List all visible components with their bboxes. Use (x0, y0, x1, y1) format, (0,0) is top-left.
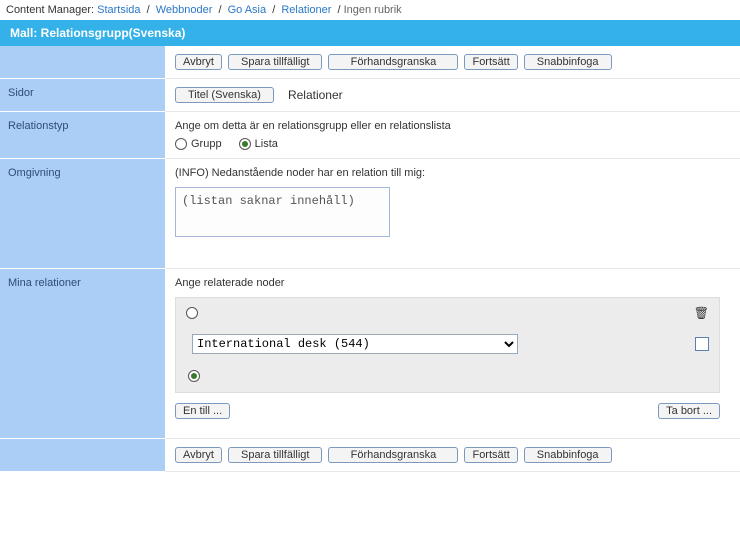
breadcrumb-sep: / (269, 4, 278, 16)
preview-button[interactable]: Förhandsgranska (328, 447, 458, 463)
relations-box: 🗑 International desk (544) (175, 297, 720, 393)
reltype-group-label: Grupp (191, 138, 222, 150)
environment-section: (INFO) Nedanstående noder har en relatio… (165, 159, 740, 269)
reltype-option-list[interactable]: Lista (239, 138, 278, 150)
label-environment: Omgivning (0, 159, 165, 269)
reltype-list-label: Lista (255, 138, 278, 150)
reltype-section: Ange om detta är en relationsgrupp eller… (165, 112, 740, 159)
relation-row-radio-1[interactable] (188, 370, 200, 382)
environment-info: (INFO) Nedanstående noder har en relatio… (175, 167, 730, 179)
breadcrumb-link-3[interactable]: Relationer (281, 4, 331, 16)
quick-insert-button[interactable]: Snabbinfoga (524, 447, 612, 463)
label-pages: Sidor (0, 79, 165, 112)
remove-button[interactable]: Ta bort ... (658, 403, 720, 419)
continue-button[interactable]: Fortsätt (464, 54, 517, 70)
page-title: Mall: Relationsgrupp(Svenska) (0, 20, 740, 46)
breadcrumb: Content Manager: Startsida / Webbnoder /… (0, 0, 740, 20)
breadcrumb-current: Ingen rubrik (344, 4, 402, 16)
breadcrumb-sep: / (144, 4, 153, 16)
relation-row-radio-0[interactable] (186, 307, 198, 319)
pages-tabs: Titel (Svenska) Relationer (165, 79, 740, 112)
one-more-button[interactable]: En till ... (175, 403, 230, 419)
reltype-prompt: Ange om detta är en relationsgrupp eller… (175, 120, 730, 132)
environment-listbox: (listan saknar innehåll) (175, 187, 390, 237)
breadcrumb-appname: Content Manager: (6, 4, 94, 16)
radio-icon (175, 138, 187, 150)
button-row-bottom: Avbryt Spara tillfälligt Förhandsgranska… (165, 439, 740, 472)
label-reltype: Relationstyp (0, 112, 165, 159)
breadcrumb-sep: / (335, 4, 344, 16)
label-my-relations: Mina relationer (0, 269, 165, 439)
leftcol-blank-bottom (0, 439, 165, 472)
button-row-top: Avbryt Spara tillfälligt Förhandsgranska… (165, 46, 740, 79)
my-relations-section: Ange relaterade noder 🗑 International de… (165, 269, 740, 439)
cancel-button[interactable]: Avbryt (175, 447, 222, 463)
breadcrumb-sep: / (215, 4, 224, 16)
reltype-option-group[interactable]: Grupp (175, 138, 225, 150)
my-relations-prompt: Ange relaterade noder (175, 277, 730, 289)
breadcrumb-link-1[interactable]: Webbnoder (156, 4, 213, 16)
tab-relations: Relationer (288, 88, 343, 102)
cancel-button[interactable]: Avbryt (175, 54, 222, 70)
trash-icon[interactable]: 🗑 (694, 306, 709, 320)
breadcrumb-link-2[interactable]: Go Asia (228, 4, 267, 16)
save-temp-button[interactable]: Spara tillfälligt (228, 54, 322, 70)
continue-button[interactable]: Fortsätt (464, 447, 517, 463)
save-temp-button[interactable]: Spara tillfälligt (228, 447, 322, 463)
tab-title[interactable]: Titel (Svenska) (175, 87, 274, 103)
main-layout: Avbryt Spara tillfälligt Förhandsgranska… (0, 46, 740, 472)
leftcol-blank-top (0, 46, 165, 79)
quick-insert-button[interactable]: Snabbinfoga (524, 54, 612, 70)
relation-checkbox[interactable] (695, 337, 709, 351)
breadcrumb-link-0[interactable]: Startsida (97, 4, 140, 16)
preview-button[interactable]: Förhandsgranska (328, 54, 458, 70)
relation-select[interactable]: International desk (544) (192, 334, 518, 354)
radio-icon (239, 138, 251, 150)
